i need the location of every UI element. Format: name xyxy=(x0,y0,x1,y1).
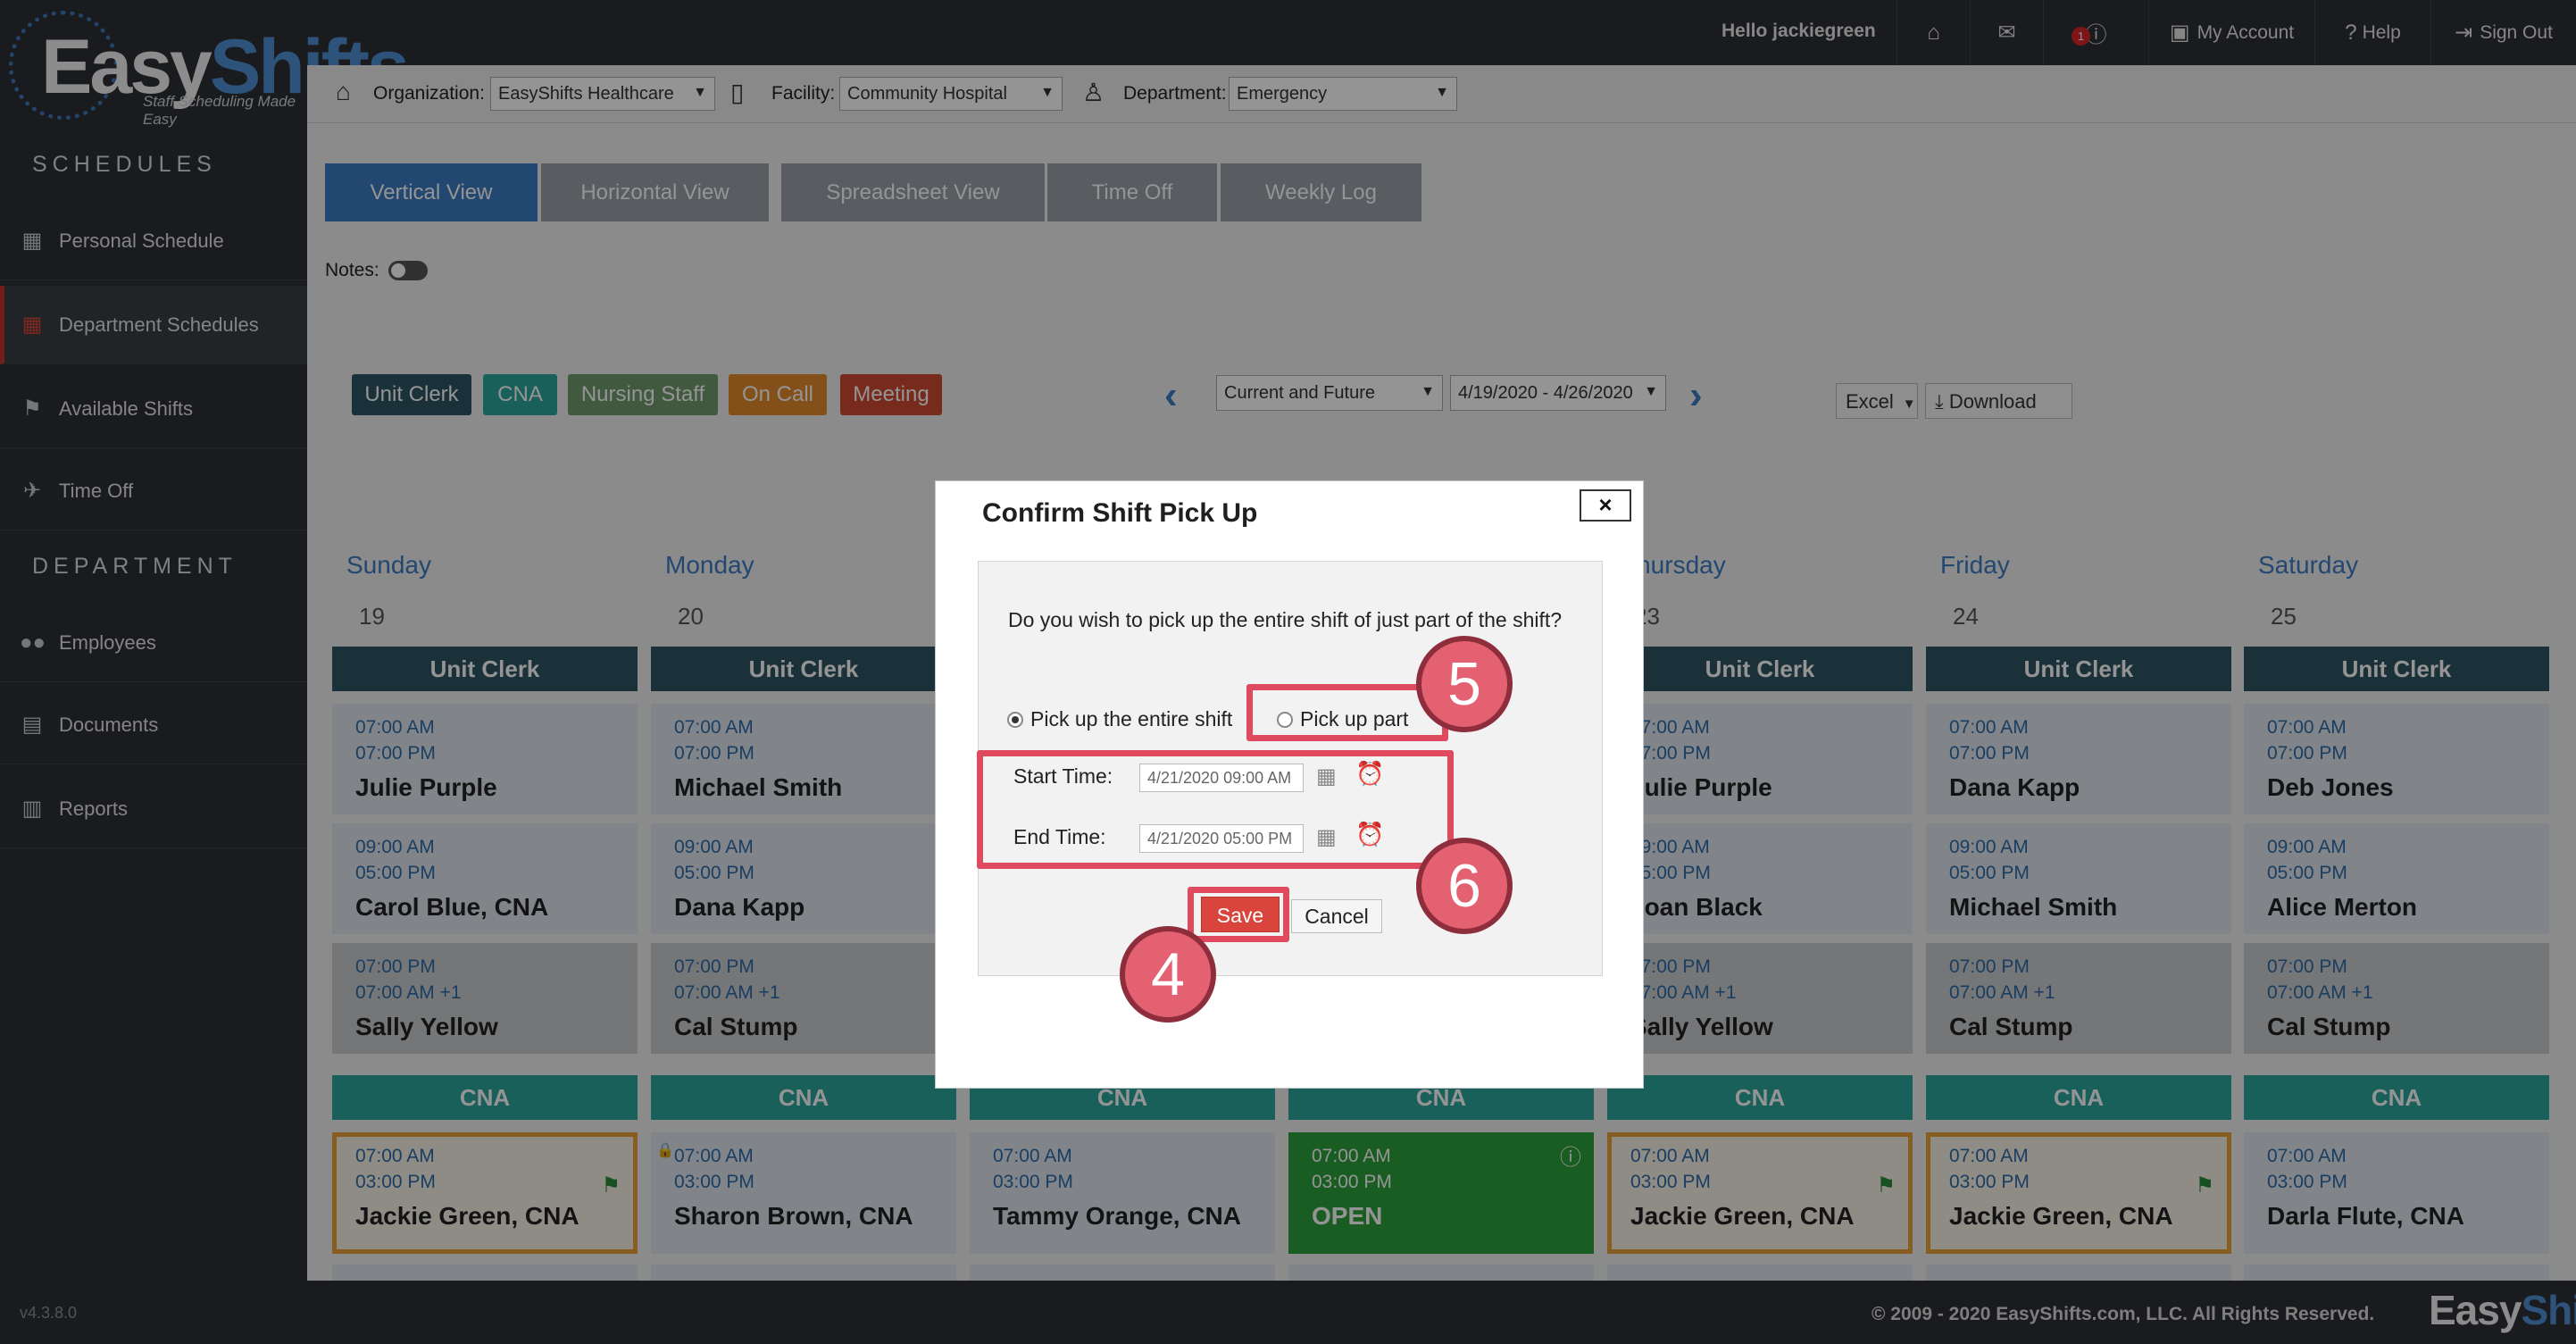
callout-step-5: 5 xyxy=(1416,636,1513,732)
close-button[interactable]: × xyxy=(1580,489,1631,522)
radio-selected-icon xyxy=(1007,711,1023,728)
dialog-title: Confirm Shift Pick Up xyxy=(982,498,1258,528)
highlight-time-fields xyxy=(977,750,1454,869)
highlight-save xyxy=(1188,887,1289,942)
pickup-entire-option[interactable]: Pick up the entire shift xyxy=(1007,707,1232,731)
callout-step-4: 4 xyxy=(1120,926,1216,1023)
cancel-button[interactable]: Cancel xyxy=(1291,899,1382,933)
callout-step-6: 6 xyxy=(1416,838,1513,934)
pickup-question: Do you wish to pick up the entire shift … xyxy=(1008,608,1563,631)
